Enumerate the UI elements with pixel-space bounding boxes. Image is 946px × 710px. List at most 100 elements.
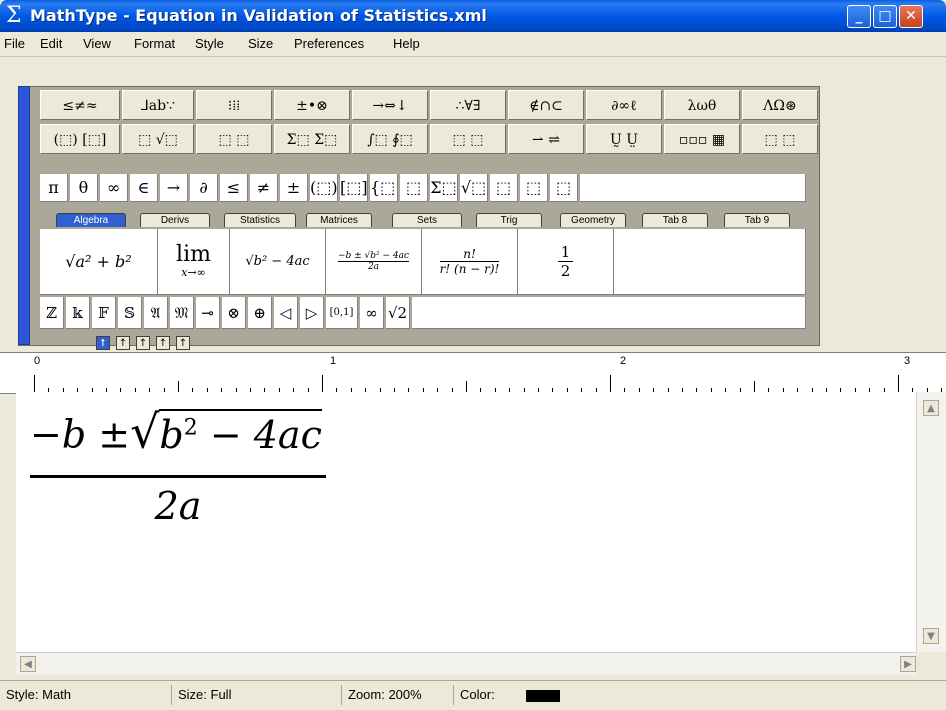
small-bar-empty-slot[interactable] <box>580 174 806 202</box>
template-quadratic[interactable]: −b ± √b² − 4ac 2a <box>326 229 422 295</box>
maximize-button[interactable]: □ <box>873 5 897 28</box>
symbol-infinity[interactable]: ∞ <box>360 297 384 329</box>
menu-edit[interactable]: Edit <box>40 36 62 51</box>
tab-derivs[interactable]: Derivs <box>140 213 210 227</box>
equation-denominator: 2a <box>154 483 202 528</box>
template-hypotenuse[interactable]: √a² + b² <box>40 229 158 295</box>
small-bar-infinity[interactable]: ∞ <box>100 174 128 202</box>
tab-tab-8[interactable]: Tab 8 <box>642 213 708 227</box>
palette-subscripts[interactable]: ⬚ ⬚ <box>196 124 272 154</box>
tab-matrices[interactable]: Matrices <box>306 213 372 227</box>
palette-spaces[interactable]: ⅃ab∵ <box>122 90 194 120</box>
tab-trig[interactable]: Trig <box>476 213 542 227</box>
template-combination[interactable]: n! r! (n − r)! <box>422 229 518 295</box>
tab-sets[interactable]: Sets <box>392 213 462 227</box>
menu-preferences[interactable]: Preferences <box>294 36 364 51</box>
small-bar-fraction[interactable]: ⬚ <box>400 174 428 202</box>
minimize-button[interactable]: _ <box>847 5 871 28</box>
small-bar-element-of[interactable]: ∈ <box>130 174 158 202</box>
palette-greek-upper[interactable]: ΛΩ⊛ <box>742 90 818 120</box>
symbol-multimap[interactable]: ⊸ <box>196 297 220 329</box>
symbol-field-k[interactable]: 𝕜 <box>66 297 90 329</box>
small-bar-brackets[interactable]: [⬚] <box>340 174 368 202</box>
small-bar-right-arrow[interactable]: → <box>160 174 188 202</box>
palette-operators[interactable]: ±•⊗ <box>274 90 350 120</box>
palette-fractions-radicals[interactable]: ⬚ √⬚ <box>122 124 194 154</box>
symbol-integers[interactable]: ℤ <box>40 297 64 329</box>
small-bar-plus-minus[interactable]: ± <box>280 174 308 202</box>
color-swatch[interactable] <box>526 689 561 702</box>
palette-greek-lower[interactable]: λωθ <box>664 90 740 120</box>
symbol-fraktur-m[interactable]: 𝔐 <box>170 297 194 329</box>
palette-labeled-arrows[interactable]: ⇀ ⇌ <box>508 124 584 154</box>
scroll-right-icon[interactable]: ▶ <box>900 656 916 672</box>
symbol-otimes[interactable]: ⊗ <box>222 297 246 329</box>
small-bar-summation[interactable]: Σ⬚ <box>430 174 458 202</box>
template-half[interactable]: 1 2 <box>518 229 614 295</box>
menu-file[interactable]: File <box>4 36 25 51</box>
menu-style[interactable]: Style <box>195 36 224 51</box>
small-bar-sub-superscript[interactable]: ⬚ <box>550 174 578 202</box>
menu-bar: File Edit View Format Style Size Prefere… <box>0 32 946 57</box>
palette-relations[interactable]: ≤≠≈ <box>40 90 120 120</box>
palette-sets[interactable]: ∉∩⊂ <box>508 90 584 120</box>
small-bar-subscript[interactable]: ⬚ <box>520 174 548 202</box>
tab-algebra[interactable]: Algebra <box>56 213 126 227</box>
template-discriminant[interactable]: √b² − 4ac <box>230 229 326 295</box>
tab-statistics[interactable]: Statistics <box>224 213 296 227</box>
palette-integrals[interactable]: ∫⬚ ∮⬚ <box>352 124 428 154</box>
scroll-down-icon[interactable]: ▼ <box>923 628 939 644</box>
equation-quadratic-formula[interactable]: −b ±√b2 − 4ac 2a <box>30 400 326 528</box>
tab-tab-9[interactable]: Tab 9 <box>724 213 790 227</box>
palette-bars[interactable]: ⬚ ⬚ <box>430 124 506 154</box>
tabstop-left-icon[interactable]: ⭡ <box>96 336 110 350</box>
toolbar-grip[interactable] <box>18 86 30 345</box>
symbol-field-f[interactable]: 𝔽 <box>92 297 116 329</box>
symbol-sqrt-two[interactable]: √2 <box>386 297 410 329</box>
tabstop-relational-icon[interactable]: ↑ <box>156 336 170 350</box>
symbol-unit-interval[interactable]: [0,1] <box>326 297 358 329</box>
template-empty-slot[interactable] <box>614 229 806 295</box>
tabstop-right-icon[interactable]: ↑ <box>136 336 150 350</box>
close-button[interactable]: ✕ <box>899 5 923 28</box>
small-bar-braces[interactable]: {⬚} <box>370 174 398 202</box>
palette-misc[interactable]: ∂∞ℓ <box>586 90 662 120</box>
palette-products[interactable]: Ṵ Ṳ <box>586 124 662 154</box>
small-bar-pi[interactable]: π <box>40 174 68 202</box>
small-bar-radical[interactable]: √⬚ <box>460 174 488 202</box>
ruler[interactable]: 0 1 2 3 <box>0 352 946 394</box>
tabstop-decimal-icon[interactable]: ↑ <box>176 336 190 350</box>
symbol-oplus[interactable]: ⊕ <box>248 297 272 329</box>
tab-geometry[interactable]: Geometry <box>560 213 626 227</box>
symbol-fraktur-a[interactable]: 𝔄 <box>144 297 168 329</box>
symbol-triangle-right[interactable]: ▷ <box>300 297 324 329</box>
scroll-up-icon[interactable]: ▲ <box>923 400 939 416</box>
palette-arrows[interactable]: →⇔↓ <box>352 90 428 120</box>
palette-logic[interactable]: ∴∀∃ <box>430 90 506 120</box>
menu-help[interactable]: Help <box>393 36 420 51</box>
small-bar-not-equal[interactable]: ≠ <box>250 174 278 202</box>
small-bar-less-equal[interactable]: ≤ <box>220 174 248 202</box>
menu-size[interactable]: Size <box>248 36 273 51</box>
symbol-field-s[interactable]: 𝕊 <box>118 297 142 329</box>
palette-embellishments[interactable]: ⁝⁞⁞ <box>196 90 272 120</box>
small-bar-theta[interactable]: θ <box>70 174 98 202</box>
scroll-left-icon[interactable]: ◀ <box>20 656 36 672</box>
status-zoom: Zoom: 200% <box>344 685 454 705</box>
small-bar-partial[interactable]: ∂ <box>190 174 218 202</box>
horizontal-scrollbar[interactable]: ◀ ▶ <box>16 652 916 675</box>
menu-format[interactable]: Format <box>134 36 175 51</box>
vertical-scrollbar[interactable]: ▲ ▼ <box>916 392 946 652</box>
small-bar-parens[interactable]: (⬚) <box>310 174 338 202</box>
palette-fences[interactable]: (⬚) [⬚] <box>40 124 120 154</box>
palette-summations[interactable]: Σ⬚ Σ⬚ <box>274 124 350 154</box>
symbol-triangle-left[interactable]: ◁ <box>274 297 298 329</box>
tabstop-center-icon[interactable]: ↑ <box>116 336 130 350</box>
menu-view[interactable]: View <box>83 36 111 51</box>
template-limit[interactable]: lim x→∞ <box>158 229 230 295</box>
symbol-empty-slot[interactable] <box>412 297 806 329</box>
palette-boxes[interactable]: ⬚ ⬚ <box>742 124 818 154</box>
title-bar[interactable]: Σ MathType - Equation in Validation of S… <box>0 0 946 32</box>
palette-matrices[interactable]: ▫▫▫ ▦ <box>664 124 740 154</box>
small-bar-superscript[interactable]: ⬚ <box>490 174 518 202</box>
